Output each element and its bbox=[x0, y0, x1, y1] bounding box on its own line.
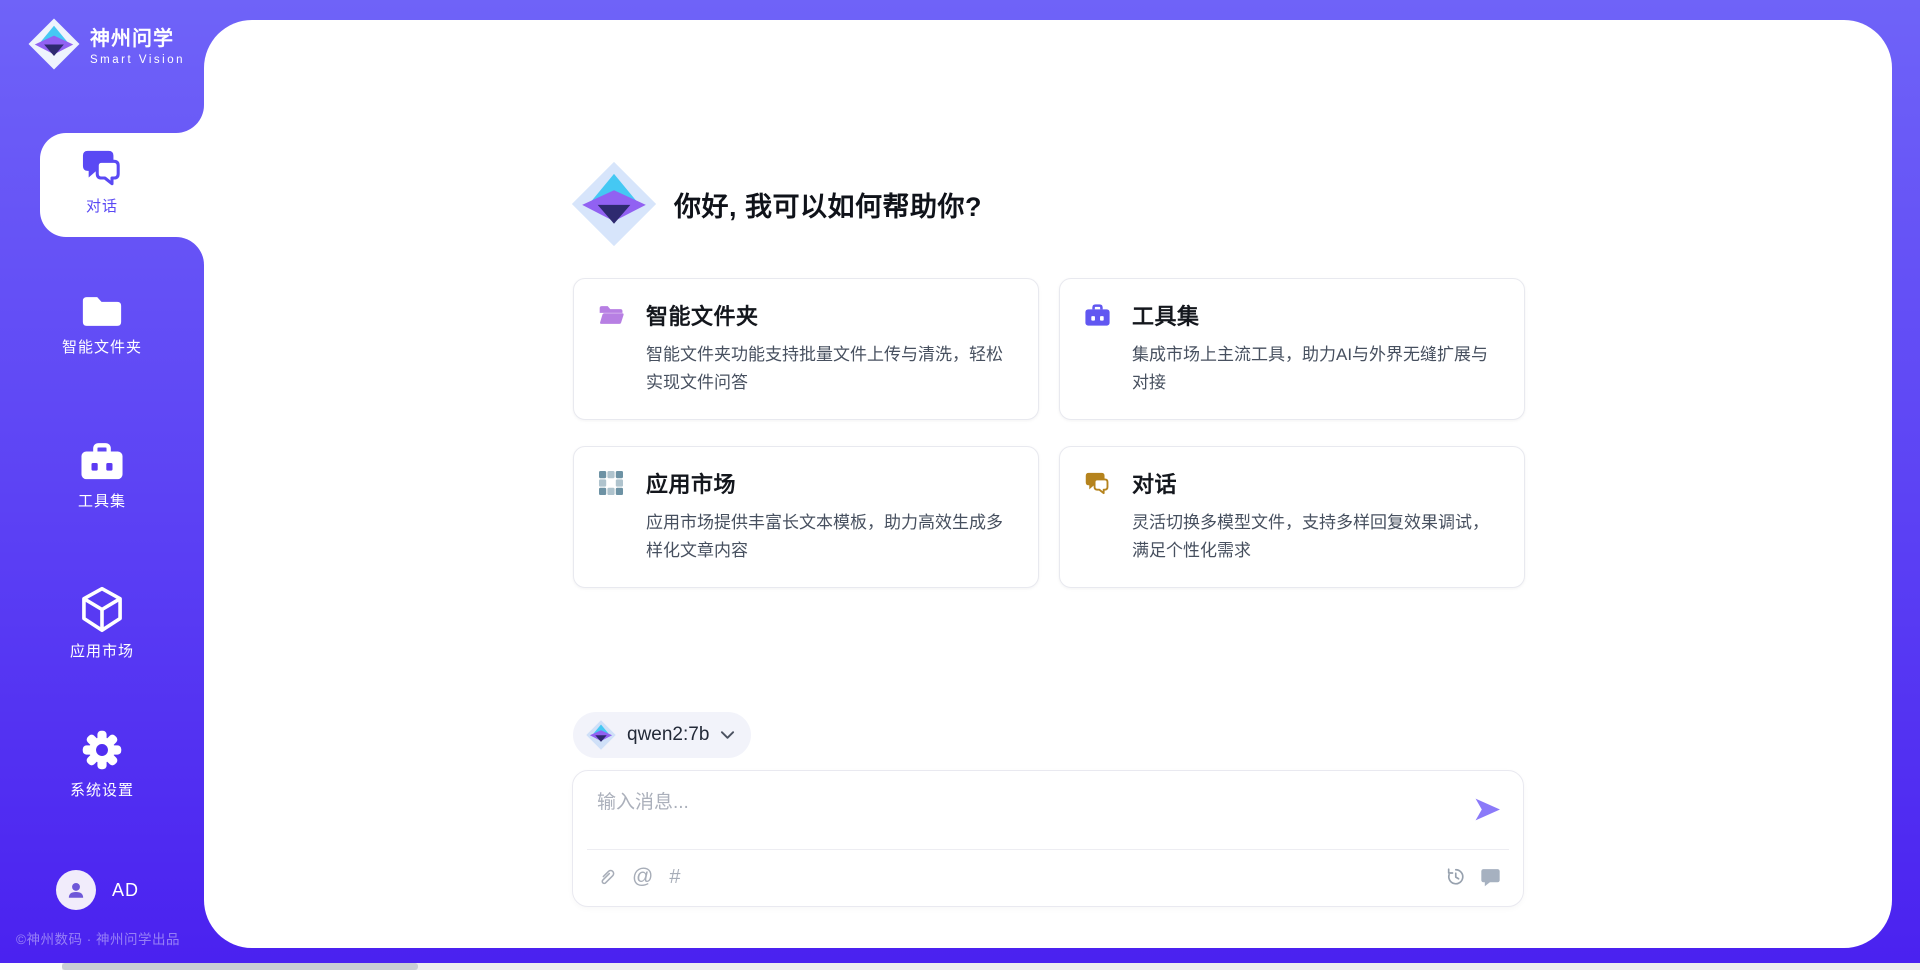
attachment-icon[interactable] bbox=[596, 867, 616, 887]
sidebar-item-label: 系统设置 bbox=[0, 779, 204, 800]
message-input[interactable] bbox=[597, 787, 1457, 841]
sidebar-item-label: 智能文件夹 bbox=[0, 336, 204, 357]
sidebar-item-label: 工具集 bbox=[0, 490, 204, 511]
app-title: 神州问学 bbox=[90, 22, 185, 51]
toolbox-icon bbox=[1084, 303, 1111, 328]
app-tagline: Smart Vision bbox=[90, 54, 185, 66]
card-description: 灵活切换多模型文件，支持多样回复效果调试，满足个性化需求 bbox=[1132, 509, 1500, 565]
greeting-text: 你好, 我可以如何帮助你? bbox=[674, 185, 982, 224]
folder-icon bbox=[80, 294, 124, 329]
sidebar-item-smart-folder[interactable]: 智能文件夹 bbox=[0, 294, 204, 357]
model-gem-icon bbox=[586, 720, 616, 750]
user-name: AD bbox=[112, 880, 139, 901]
greeting: 你好, 我可以如何帮助你? bbox=[571, 160, 982, 248]
feature-card-chat[interactable]: 对话 灵活切换多模型文件，支持多样回复效果调试，满足个性化需求 bbox=[1059, 446, 1525, 588]
sidebar-item-app-market[interactable]: 应用市场 bbox=[0, 586, 204, 661]
horizontal-scrollbar bbox=[0, 963, 1920, 970]
card-title: 对话 bbox=[1132, 467, 1177, 499]
hashtag-icon[interactable]: # bbox=[669, 866, 680, 889]
card-description: 应用市场提供丰富长文本模板，助力高效生成多样化文章内容 bbox=[646, 509, 1014, 565]
copyright-note: ©神州数码 · 神州问学出品 bbox=[16, 928, 180, 948]
model-name: qwen2:7b bbox=[627, 724, 709, 746]
chevron-down-icon bbox=[720, 730, 735, 740]
sidebar-item-toolset[interactable]: 工具集 bbox=[0, 441, 204, 511]
sidebar-item-chat[interactable]: 对话 bbox=[0, 148, 204, 216]
scrollbar-thumb[interactable] bbox=[62, 963, 418, 970]
chat-icon bbox=[1084, 471, 1111, 496]
tab-fillet-bottom bbox=[176, 237, 204, 265]
card-title: 应用市场 bbox=[646, 467, 736, 499]
send-icon bbox=[1474, 797, 1501, 822]
app-grid-icon bbox=[598, 470, 624, 496]
avatar[interactable] bbox=[56, 870, 96, 910]
gear-icon bbox=[80, 728, 124, 772]
model-selector[interactable]: qwen2:7b bbox=[573, 712, 751, 758]
toolbox-icon bbox=[79, 441, 125, 483]
folder-open-icon bbox=[598, 304, 625, 326]
brand-gem-icon bbox=[28, 18, 80, 70]
mention-icon[interactable]: @ bbox=[632, 865, 653, 889]
feature-card-toolset[interactable]: 工具集 集成市场上主流工具，助力AI与外界无缝扩展与对接 bbox=[1059, 278, 1525, 420]
card-description: 智能文件夹功能支持批量文件上传与清洗，轻松实现文件问答 bbox=[646, 341, 1014, 397]
person-icon bbox=[65, 879, 87, 901]
sidebar-item-settings[interactable]: 系统设置 bbox=[0, 728, 204, 800]
user-menu[interactable]: AD bbox=[56, 870, 139, 910]
history-icon[interactable] bbox=[1445, 866, 1466, 887]
card-description: 集成市场上主流工具，助力AI与外界无缝扩展与对接 bbox=[1132, 341, 1500, 397]
chat-bubble-icon[interactable] bbox=[1480, 867, 1501, 887]
card-title: 工具集 bbox=[1132, 299, 1200, 331]
feature-cards: 智能文件夹 智能文件夹功能支持批量文件上传与清洗，轻松实现文件问答 工具集 集成… bbox=[573, 278, 1525, 588]
feature-card-app-market[interactable]: 应用市场 应用市场提供丰富长文本模板，助力高效生成多样化文章内容 bbox=[573, 446, 1039, 588]
sidebar-item-label: 对话 bbox=[0, 195, 204, 216]
composer-divider bbox=[587, 849, 1509, 850]
app-logo: 神州问学 Smart Vision bbox=[28, 18, 185, 70]
sidebar-item-label: 应用市场 bbox=[0, 640, 204, 661]
cube-icon bbox=[80, 586, 124, 633]
chat-icon bbox=[80, 148, 124, 188]
card-title: 智能文件夹 bbox=[646, 299, 759, 331]
message-composer: @ # bbox=[572, 770, 1524, 907]
feature-card-smart-folder[interactable]: 智能文件夹 智能文件夹功能支持批量文件上传与清洗，轻松实现文件问答 bbox=[573, 278, 1039, 420]
tab-fillet-top bbox=[176, 105, 204, 133]
send-button[interactable] bbox=[1474, 797, 1501, 822]
greeting-gem-icon bbox=[571, 161, 657, 247]
